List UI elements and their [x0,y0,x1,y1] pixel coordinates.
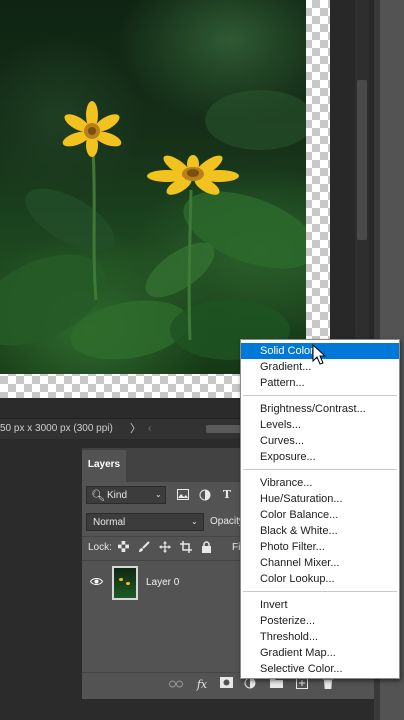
padlock-icon[interactable] [199,541,213,555]
layer-thumbnail[interactable] [112,566,138,600]
brush-icon[interactable] [137,541,151,555]
menu-item-color-balance[interactable]: Color Balance... [241,507,399,523]
adjustment-filter-icon[interactable] [198,489,212,503]
search-icon: 🔍︎ [91,490,105,502]
menu-item-gradient-map[interactable]: Gradient Map... [241,645,399,661]
menu-item-pattern[interactable]: Pattern... [241,375,399,391]
flower-photo-image [0,90,306,360]
kind-filter-select[interactable]: 🔍︎ Kind ⌄ [86,486,166,504]
menu-item-exposure[interactable]: Exposure... [241,449,399,465]
menu-item-posterize[interactable]: Posterize... [241,613,399,629]
status-menu-arrow[interactable]: 〉 [130,419,141,439]
trash-icon[interactable] [320,677,336,693]
menu-item-hue-saturation[interactable]: Hue/Saturation... [241,491,399,507]
menu-item-curves[interactable]: Curves... [241,433,399,449]
menu-item-vibrance[interactable]: Vibrance... [241,475,399,491]
chevron-down-icon: ⌄ [155,490,162,499]
menu-separator [243,591,397,592]
lock-transparent-pixels-icon[interactable] [116,541,130,555]
image-filter-icon[interactable] [176,489,190,503]
document-dimensions: 50 px x 3000 px (300 ppi) [0,423,113,434]
mouse-pointer-icon [312,344,327,365]
adjustment-layer-icon[interactable] [242,677,258,693]
move-icon[interactable] [158,541,172,555]
menu-item-black-white[interactable]: Black & White... [241,523,399,539]
link-icon[interactable] [168,677,184,693]
vertical-scrollbar-thumb[interactable] [357,80,367,240]
menu-item-channel-mixer[interactable]: Channel Mixer... [241,555,399,571]
kind-filter-label: Kind [107,490,128,501]
new-layer-icon[interactable] [294,677,310,693]
mask-icon[interactable] [218,677,234,693]
menu-item-threshold[interactable]: Threshold... [241,629,399,645]
menu-item-photo-filter[interactable]: Photo Filter... [241,539,399,555]
flower-photo-canvas[interactable] [0,0,306,374]
crop-icon[interactable] [179,541,193,555]
eye-icon[interactable] [89,575,104,589]
opacity-label: Opacity [210,516,244,527]
type-filter-icon[interactable]: T [220,488,234,502]
blend-mode-select[interactable]: Normal ⌄ [86,513,204,531]
adjustment-layer-menu: Solid Color Gradient... Pattern... Brigh… [240,339,400,679]
menu-separator [243,469,397,470]
chevron-down-icon: ⌄ [191,517,198,526]
menu-separator [243,395,397,396]
menu-item-brightness-contrast[interactable]: Brightness/Contrast... [241,401,399,417]
blend-mode-value: Normal [93,517,126,528]
layer-name[interactable]: Layer 0 [146,575,179,591]
scroll-left-arrow[interactable]: ‹ [148,419,151,439]
menu-item-invert[interactable]: Invert [241,597,399,613]
lock-label: Lock: [88,542,112,553]
menu-item-selective-color[interactable]: Selective Color... [241,661,399,677]
menu-item-levels[interactable]: Levels... [241,417,399,433]
group-folder-icon[interactable] [268,677,284,693]
menu-item-color-lookup[interactable]: Color Lookup... [241,571,399,587]
tab-layers[interactable]: Layers [82,450,126,482]
fx-icon[interactable]: fx [194,677,210,693]
